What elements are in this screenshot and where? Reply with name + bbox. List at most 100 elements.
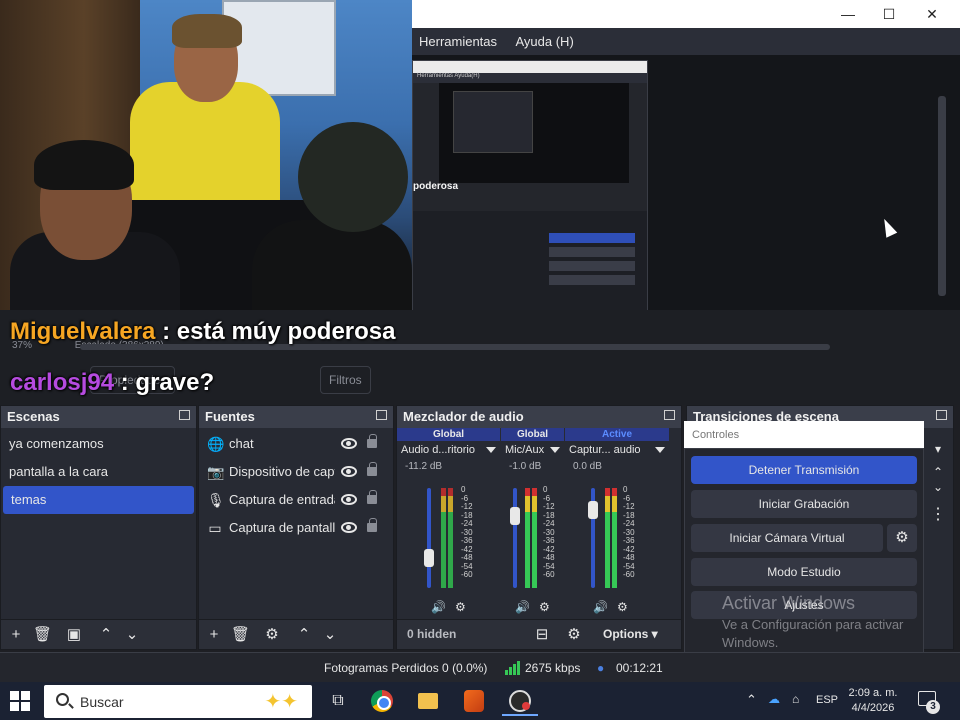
notification-count-badge: 3 [926,700,940,714]
filters-button[interactable]: Filtros [320,366,371,394]
undock-icon[interactable] [936,410,947,420]
minimize-button[interactable]: — [826,0,870,28]
mixer-settings-icon[interactable]: ⚙ [539,600,550,614]
chevron-down-icon[interactable] [486,447,496,453]
db-scale: 0 -6 -12 -18 -24 -30 -36 -42 -48 -54 -60 [461,485,473,580]
tray-overflow-chevron-icon[interactable]: ⌃ [746,692,757,708]
taskbar-search-input[interactable]: Buscar ✦✦ [44,685,312,718]
start-virtual-camera-button[interactable]: Iniciar Cámara Virtual [691,524,883,552]
onedrive-cloud-icon[interactable]: ☁ [768,692,780,706]
remove-source-icon[interactable]: 🗑 [231,626,250,644]
channel-name[interactable]: Audio d...ritorio [397,441,500,459]
chrome-taskbar-button[interactable] [364,686,400,716]
virtual-camera-gear-icon[interactable]: ⚙ [887,524,917,552]
hidden-count[interactable]: 0 hidden [407,627,456,641]
move-up-icon[interactable]: ⌃ [295,626,313,644]
webcam-person-3-cap [298,122,408,232]
obs-taskbar-button[interactable] [502,686,538,716]
lock-icon[interactable] [367,518,377,532]
clock-date: 4/4/2026 [851,702,895,714]
visibility-eye-icon[interactable] [341,522,357,533]
transition-dropdown-chevron-icon[interactable]: ▾ [928,442,948,456]
add-scene-icon[interactable]: + [7,626,25,644]
scene-filters-icon[interactable]: ▣ [65,626,83,644]
sources-header: Fuentes [199,406,393,428]
webcam-person-2-hair [34,140,134,190]
bitrate: 2675 kbps [525,661,581,675]
window-titlebar: — ☐ ✕ [412,0,960,28]
start-recording-button[interactable]: Iniciar Grabación [691,490,917,518]
search-placeholder: Buscar [80,694,124,710]
studio-mode-button[interactable]: Modo Estudio [691,558,917,586]
channel-name[interactable]: Captur... audio [565,441,669,459]
channel-db: -1.0 dB [509,461,542,472]
scene-item-ya-comenzamos[interactable]: ya comenzamos [1,430,196,458]
level-meter-right [532,488,537,588]
language-indicator[interactable]: ESP [816,694,838,706]
volume-fader-knob[interactable] [510,507,520,525]
volume-fader-knob[interactable] [424,549,434,567]
speaker-icon[interactable]: 🔊 [431,600,446,614]
speaker-icon[interactable]: 🔊 [515,600,530,614]
menu-help[interactable]: Ayuda (H) [508,28,580,55]
chat-message-2: carlosj94 : grave? [10,369,214,397]
transition-more-icon[interactable]: ⋮ [928,504,948,524]
file-explorer-taskbar-button[interactable] [410,686,446,716]
chevron-down-icon[interactable] [550,447,560,453]
channel-name-text: Audio d...ritorio [401,444,475,456]
visibility-eye-icon[interactable] [341,466,357,477]
source-item-camera[interactable]: 📷 Dispositivo de capt [199,458,393,486]
chat-username: carlosj94 [10,369,115,396]
channel-name-text: Captur... audio [569,444,641,456]
visibility-eye-icon[interactable] [341,438,357,449]
scene-item-temas[interactable]: temas [3,486,194,514]
lock-icon[interactable] [367,462,377,476]
network-signal-icon [505,661,520,675]
taskbar-clock[interactable]: 2:09 a. m. 4/4/2026 [838,686,908,716]
visibility-eye-icon[interactable] [341,494,357,505]
volume-fader-track[interactable] [427,488,431,588]
move-down-icon[interactable]: ⌄ [123,626,141,644]
audio-mixer-dock: Mezclador de audio Global Audio d...rito… [396,405,682,650]
lock-icon[interactable] [367,490,377,504]
mixer-settings-icon[interactable]: ⚙ [617,600,628,614]
source-item-screen-capture[interactable]: ▭ Captura de pantalla [199,514,393,542]
network-icon[interactable]: ⌂ [792,692,799,706]
move-up-icon[interactable]: ⌃ [97,626,115,644]
maximize-button[interactable]: ☐ [867,0,911,28]
fl-studio-taskbar-button[interactable] [456,686,492,716]
transition-down-icon[interactable]: ⌄ [928,480,948,494]
level-meter-left [605,488,610,588]
undock-icon[interactable] [376,410,387,420]
source-item-audio-input[interactable]: 🎙 Captura de entrada [199,486,393,514]
windows-activation-subtitle: Ve a Configuración para activar Windows. [722,617,904,650]
scene-item-pantalla-a-la-cara[interactable]: pantalla a la cara [1,458,196,486]
level-meter-right [612,488,617,588]
stop-streaming-button[interactable]: Detener Transmisión [691,456,917,484]
close-button[interactable]: ✕ [910,0,954,28]
preview-vertical-scrollbar[interactable] [938,96,946,296]
windows-start-icon[interactable] [10,691,30,711]
volume-fader-track[interactable] [513,488,517,588]
source-properties-gear-icon[interactable]: ⚙ [263,626,281,644]
undock-icon[interactable] [664,410,675,420]
undock-icon[interactable] [179,410,190,420]
move-down-icon[interactable]: ⌄ [321,626,339,644]
lock-icon[interactable] [367,434,377,448]
volume-fader-knob[interactable] [588,501,598,519]
options-button[interactable]: Options ▾ [603,627,658,641]
speaker-icon[interactable]: 🔊 [593,600,608,614]
add-source-icon[interactable]: + [205,626,223,644]
channel-name[interactable]: Mic/Aux [501,441,564,459]
chevron-down-icon[interactable] [655,447,665,453]
source-item-chat[interactable]: 🌐 chat [199,430,393,458]
mixer-settings-icon[interactable]: ⚙ [455,600,466,614]
transition-up-icon[interactable]: ⌃ [928,465,948,479]
menu-tools[interactable]: Herramientas [412,28,504,55]
advanced-audio-gear-icon[interactable]: ⚙ [565,626,583,644]
nested-studio-button [549,275,635,285]
remove-scene-icon[interactable]: 🗑 [33,626,52,644]
layout-toggle-icon[interactable]: ⊟ [533,626,551,644]
task-view-icon[interactable]: ⧉ [320,686,356,716]
level-meter-left [441,488,446,588]
